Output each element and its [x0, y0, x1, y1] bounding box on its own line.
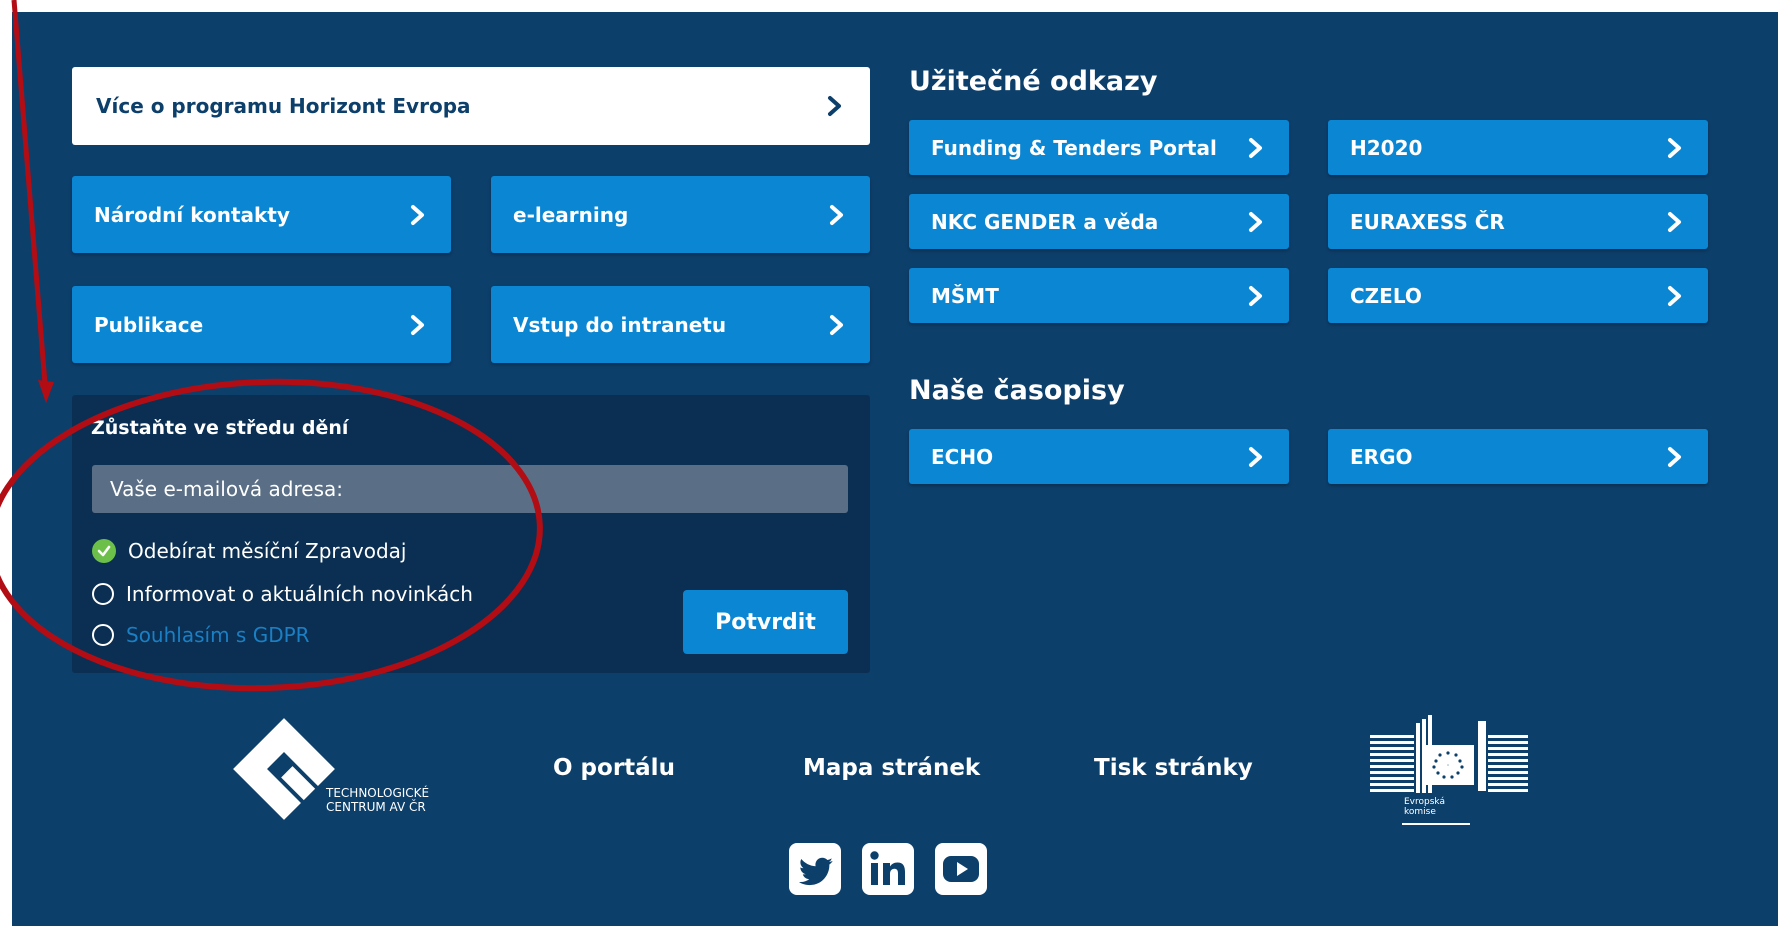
useful-links-title: Užitečné odkazy [909, 66, 1158, 97]
ec-logo-line: komise [1404, 807, 1436, 817]
option-gdpr-consent[interactable]: Souhlasím s GDPR [92, 623, 310, 647]
horizont-link[interactable]: Více o programu Horizont Evropa [72, 67, 870, 145]
useful-link-euraxess[interactable]: EURAXESS ČR [1328, 194, 1708, 249]
useful-link-h2020[interactable]: H2020 [1328, 120, 1708, 175]
journal-label: ERGO [1350, 444, 1413, 469]
journal-echo[interactable]: ECHO [909, 429, 1289, 484]
useful-link-czelo[interactable]: CZELO [1328, 268, 1708, 323]
chevron-right-icon [1668, 285, 1681, 306]
option-label: Odebírat měsíční Zpravodaj [128, 539, 407, 563]
intranet-link[interactable]: Vstup do intranetu [491, 286, 870, 363]
tc-logo-text: TECHNOLOGICKÉ CENTRUM AV ČR [326, 786, 429, 814]
journals-title: Naše časopisy [909, 375, 1125, 406]
intranet-label: Vstup do intranetu [513, 312, 727, 337]
journal-ergo[interactable]: ERGO [1328, 429, 1708, 484]
chevron-right-icon [1668, 137, 1681, 158]
ec-logo-text: Evropská komise [1404, 797, 1445, 817]
option-news-updates[interactable]: Informovat o aktuálních novinkách [92, 582, 473, 606]
useful-link-label: Funding & Tenders Portal [931, 135, 1217, 160]
ec-building-icon [1370, 715, 1528, 793]
newsletter-box: Zůstaňte ve středu dění Odebírat měsíční… [72, 395, 870, 673]
radio-unchecked-icon[interactable] [92, 583, 114, 605]
useful-link-funding[interactable]: Funding & Tenders Portal [909, 120, 1289, 175]
chevron-right-icon [1249, 446, 1262, 467]
elearning-link[interactable]: e-learning [491, 176, 870, 253]
chevron-right-icon [1249, 285, 1262, 306]
ec-logo-line: Evropská [1404, 797, 1445, 807]
useful-link-nkc-gender[interactable]: NKC GENDER a věda [909, 194, 1289, 249]
chevron-right-icon [1249, 137, 1262, 158]
footer-link-o-portalu[interactable]: O portálu [553, 755, 675, 781]
narodni-kontakty-link[interactable]: Národní kontakty [72, 176, 451, 253]
chevron-right-icon [830, 204, 843, 225]
option-monthly-newsletter[interactable]: Odebírat měsíční Zpravodaj [92, 539, 406, 563]
ec-logo-underline [1402, 823, 1470, 825]
narodni-kontakty-label: Národní kontakty [94, 202, 290, 227]
useful-link-label: EURAXESS ČR [1350, 209, 1505, 234]
linkedin-icon[interactable] [862, 843, 914, 895]
chevron-right-icon [411, 314, 424, 335]
journal-label: ECHO [931, 444, 994, 469]
chevron-right-icon [830, 314, 843, 335]
radio-unchecked-icon[interactable] [92, 624, 114, 646]
useful-link-label: H2020 [1350, 135, 1423, 160]
confirm-button[interactable]: Potvrdit [683, 590, 848, 654]
chevron-right-icon [1668, 211, 1681, 232]
publikace-link[interactable]: Publikace [72, 286, 451, 363]
footer-link-mapa-stranek[interactable]: Mapa stránek [803, 755, 980, 781]
youtube-icon[interactable] [935, 843, 987, 895]
chevron-right-icon [411, 204, 424, 225]
useful-link-msmt[interactable]: MŠMT [909, 268, 1289, 323]
useful-link-label: MŠMT [931, 283, 999, 308]
publikace-label: Publikace [94, 312, 204, 337]
elearning-label: e-learning [513, 202, 629, 227]
check-icon[interactable] [92, 539, 116, 563]
email-input[interactable] [92, 465, 848, 513]
chevron-right-icon [1668, 446, 1681, 467]
newsletter-title: Zůstaňte ve středu dění [91, 417, 349, 439]
european-commission-logo[interactable]: Evropská komise [1370, 715, 1530, 827]
tc-logo-line: CENTRUM AV ČR [326, 800, 426, 814]
useful-link-label: NKC GENDER a věda [931, 209, 1159, 234]
horizont-link-label: Více o programu Horizont Evropa [96, 94, 471, 118]
chevron-right-icon [1249, 211, 1262, 232]
useful-link-label: CZELO [1350, 283, 1422, 308]
tc-logo-icon [233, 718, 335, 820]
footer-link-tisk-stranky[interactable]: Tisk stránky [1094, 755, 1253, 781]
option-label: Informovat o aktuálních novinkách [126, 582, 473, 606]
gdpr-link[interactable]: Souhlasím s GDPR [126, 623, 310, 647]
twitter-icon[interactable] [789, 843, 841, 895]
tc-logo-line: TECHNOLOGICKÉ [326, 786, 430, 800]
chevron-right-icon [828, 96, 841, 116]
tc-logo[interactable]: TECHNOLOGICKÉ CENTRUM AV ČR [228, 713, 438, 825]
